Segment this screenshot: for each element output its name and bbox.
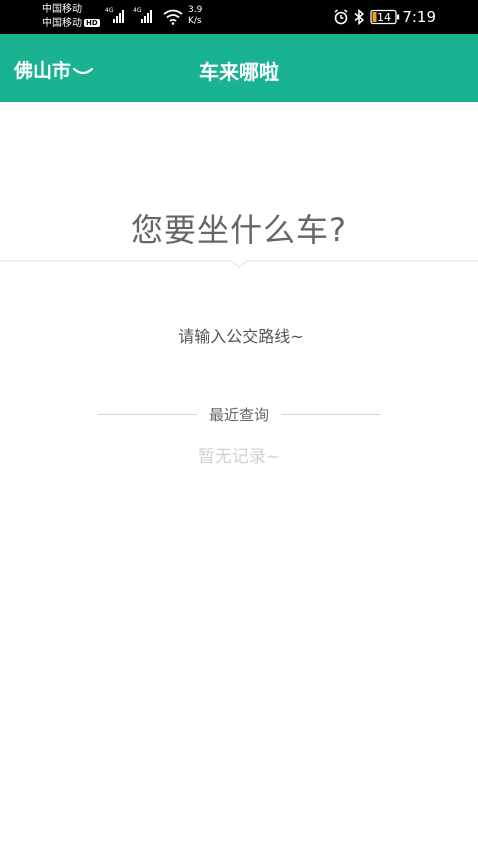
status-bar: 中国移动 中国移动 HD 4G 4G 3.9 K/s 14 7:19 bbox=[0, 0, 478, 34]
alarm-icon bbox=[333, 9, 349, 29]
page-title: 车来哪啦 bbox=[199, 60, 279, 84]
bluetooth-icon bbox=[353, 8, 365, 29]
route-search-input[interactable] bbox=[100, 318, 382, 354]
divider-left bbox=[98, 413, 197, 415]
recent-title: 最近查询 bbox=[209, 405, 270, 424]
battery-level: 14 bbox=[377, 11, 391, 24]
signal-icon: 4G bbox=[133, 7, 155, 28]
carrier-2-label: 中国移动 bbox=[42, 18, 82, 29]
net-type-2: 4G bbox=[133, 7, 142, 14]
app-header: 佛山市 车来哪啦 bbox=[0, 34, 478, 102]
battery-icon: 14 bbox=[370, 9, 400, 29]
signal-icon: 4G bbox=[105, 7, 127, 28]
question-heading: 您要坐什么车? bbox=[131, 211, 347, 249]
clock: 7:19 bbox=[402, 8, 436, 26]
divider-right bbox=[281, 413, 381, 415]
carrier-1-label: 中国移动 bbox=[42, 4, 82, 15]
wifi-icon bbox=[163, 9, 183, 29]
empty-state: 暂无记录~ bbox=[197, 447, 281, 467]
divider-pointer bbox=[0, 260, 478, 268]
carrier-1: 中国移动 bbox=[42, 4, 82, 16]
net-speed-unit: K/s bbox=[188, 16, 202, 26]
net-type-1: 4G bbox=[105, 7, 114, 14]
recent-section-header: 最近查询 bbox=[98, 402, 381, 426]
hd-badge: HD bbox=[84, 19, 100, 27]
carrier-2: 中国移动 HD bbox=[42, 18, 100, 30]
net-speed-value: 3.9 bbox=[188, 5, 203, 15]
net-speed: 3.9 K/s bbox=[188, 5, 202, 27]
